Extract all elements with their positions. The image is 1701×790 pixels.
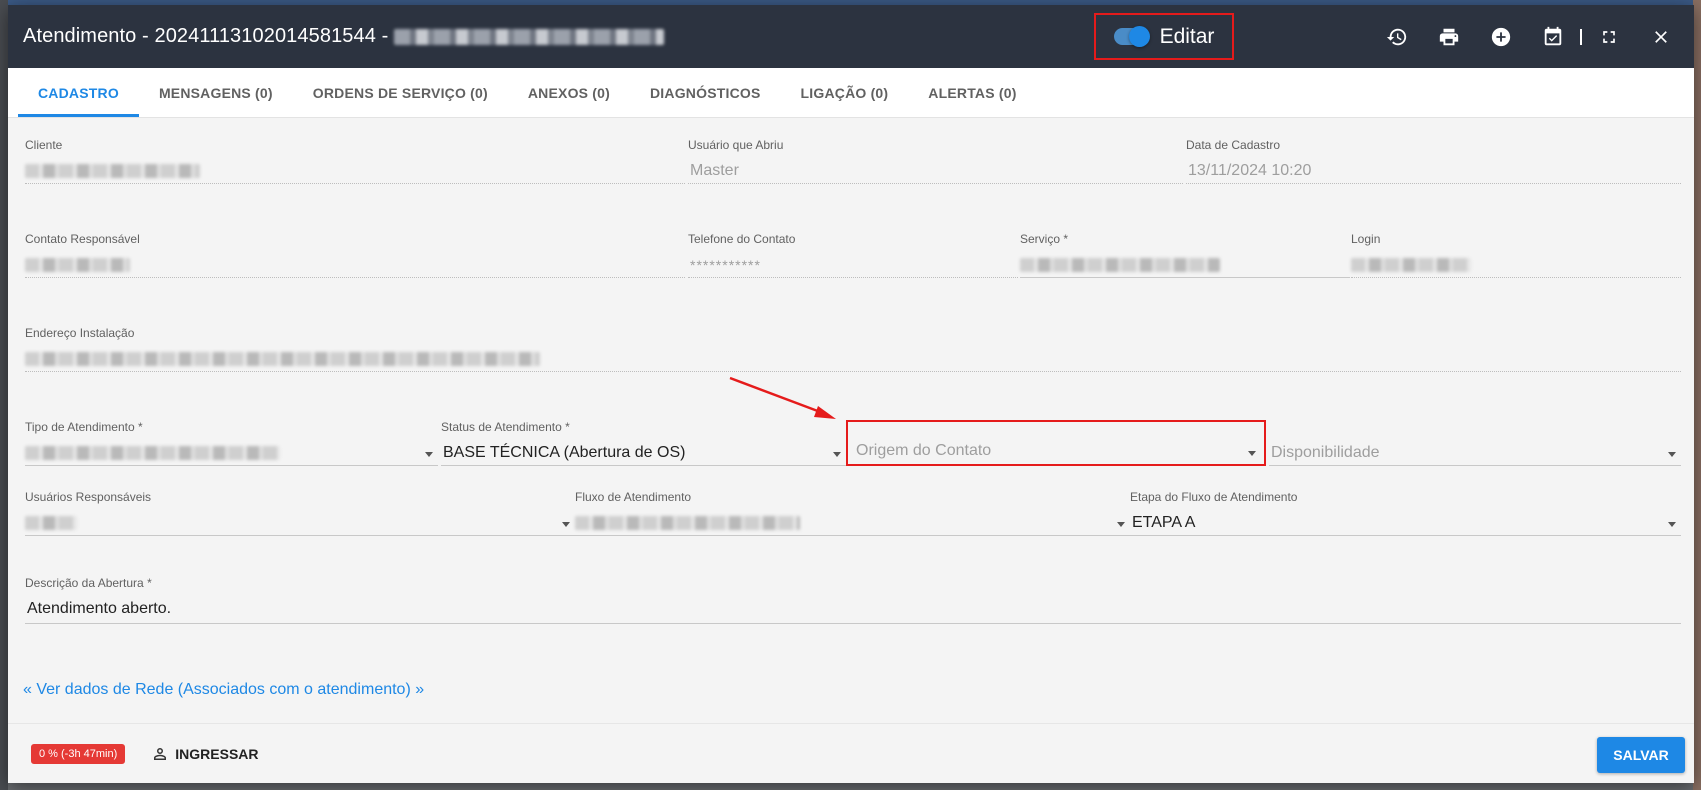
login-field[interactable]: Login bbox=[1351, 232, 1681, 278]
tipo-atendimento-label: Tipo de Atendimento * bbox=[25, 420, 143, 434]
chevron-down-icon bbox=[562, 522, 570, 527]
history-icon[interactable] bbox=[1384, 24, 1410, 50]
etapa-fluxo-label: Etapa do Fluxo de Atendimento bbox=[1130, 490, 1298, 504]
login-label: Login bbox=[1351, 232, 1381, 246]
tab-anexos[interactable]: ANEXOS (0) bbox=[508, 68, 630, 117]
ver-dados-rede-link[interactable]: « Ver dados de Rede (Associados com o at… bbox=[23, 681, 424, 699]
cliente-label: Cliente bbox=[25, 138, 63, 152]
tab-mensagens[interactable]: MENSAGENS (0) bbox=[139, 68, 293, 117]
usuario-abriu-field: Usuário que Abriu Master bbox=[688, 138, 1183, 184]
tab-alertas[interactable]: ALERTAS (0) bbox=[908, 68, 1036, 117]
tab-cadastro[interactable]: CADASTRO bbox=[18, 68, 139, 117]
toolbar-separator bbox=[1580, 28, 1582, 45]
status-atendimento-value: BASE TÉCNICA (Abertura de OS) bbox=[443, 444, 686, 461]
servico-label: Serviço * bbox=[1020, 232, 1069, 246]
ingressar-label: INGRESSAR bbox=[175, 745, 259, 762]
edit-mode-toggle[interactable] bbox=[1113, 26, 1150, 47]
dialog-tabs: CADASTRO MENSAGENS (0) ORDENS DE SERVIÇO… bbox=[8, 68, 1694, 118]
etapa-fluxo-select[interactable]: Etapa do Fluxo de Atendimento ETAPA A bbox=[1130, 490, 1681, 536]
usuarios-responsaveis-label: Usuários Responsáveis bbox=[25, 490, 152, 504]
cliente-field[interactable]: Cliente bbox=[25, 138, 685, 184]
redacted-fluxo bbox=[575, 516, 800, 530]
disponibilidade-select[interactable]: . Disponibilidade bbox=[1269, 420, 1681, 466]
status-atendimento-select[interactable]: Status de Atendimento * BASE TÉCNICA (Ab… bbox=[441, 420, 846, 466]
redacted-servico bbox=[1020, 258, 1220, 272]
tab-ligacao[interactable]: LIGAÇÃO (0) bbox=[781, 68, 909, 117]
tipo-atendimento-select[interactable]: Tipo de Atendimento * bbox=[25, 420, 438, 466]
servico-field[interactable]: Serviço * bbox=[1020, 232, 1350, 278]
usuario-abriu-label: Usuário que Abriu bbox=[688, 138, 784, 152]
background-app-edge bbox=[1693, 0, 1701, 790]
origem-contato-highlight bbox=[846, 420, 1266, 466]
salvar-button[interactable]: SALVAR bbox=[1597, 737, 1685, 773]
title-actions bbox=[1384, 5, 1674, 68]
usuario-abriu-value: Master bbox=[690, 162, 739, 179]
fullscreen-icon[interactable] bbox=[1596, 24, 1622, 50]
redacted-login bbox=[1351, 258, 1471, 272]
toggle-knob bbox=[1128, 26, 1150, 47]
person-outline-icon bbox=[154, 747, 167, 760]
atendimento-dialog: Atendimento - 20241113102014581544 - Edi… bbox=[8, 5, 1694, 783]
dialog-footer: 0 % (-3h 47min) INGRESSAR SALVAR bbox=[8, 723, 1694, 783]
chevron-down-icon bbox=[833, 452, 841, 457]
chevron-down-icon bbox=[1668, 452, 1676, 457]
chevron-down-icon bbox=[1117, 522, 1125, 527]
sla-badge: 0 % (-3h 47min) bbox=[31, 743, 126, 764]
dialog-title: Atendimento - 20241113102014581544 - bbox=[23, 25, 389, 47]
cadastro-form: Cliente Usuário que Abriu Master Data de… bbox=[8, 118, 1694, 723]
ingressar-button[interactable]: INGRESSAR bbox=[151, 745, 259, 763]
fluxo-atendimento-label: Fluxo de Atendimento bbox=[575, 490, 692, 504]
etapa-fluxo-value: ETAPA A bbox=[1132, 514, 1196, 531]
tab-diagnosticos[interactable]: DIAGNÓSTICOS bbox=[630, 68, 781, 117]
data-cadastro-label: Data de Cadastro bbox=[1186, 138, 1281, 152]
redacted-usuarios bbox=[25, 516, 77, 530]
status-atendimento-label: Status de Atendimento * bbox=[441, 420, 570, 434]
dialog-title-bar: Atendimento - 20241113102014581544 - Edi… bbox=[8, 5, 1694, 68]
telefone-contato-value: *********** bbox=[690, 257, 761, 273]
calendar-check-icon[interactable] bbox=[1540, 24, 1566, 50]
edit-mode-label: Editar bbox=[1159, 24, 1215, 48]
close-icon[interactable] bbox=[1648, 24, 1674, 50]
redacted-cliente bbox=[25, 164, 200, 178]
background-app-sidebar bbox=[0, 0, 8, 790]
contato-responsavel-label: Contato Responsável bbox=[25, 232, 140, 246]
annotation-arrow bbox=[729, 376, 836, 419]
usuarios-responsaveis-select[interactable]: Usuários Responsáveis bbox=[25, 490, 575, 536]
redacted-endereco bbox=[25, 352, 540, 366]
tab-ordens-de-servico[interactable]: ORDENS DE SERVIÇO (0) bbox=[293, 68, 508, 117]
endereco-instalacao-field[interactable]: Endereço Instalação bbox=[25, 326, 1681, 372]
data-cadastro-field: Data de Cadastro 13/11/2024 10:20 bbox=[1186, 138, 1681, 184]
endereco-instalacao-label: Endereço Instalação bbox=[25, 326, 135, 340]
telefone-contato-field[interactable]: Telefone do Contato *********** bbox=[688, 232, 1018, 278]
descricao-abertura-label: Descrição da Abertura * bbox=[25, 576, 152, 590]
chevron-down-icon bbox=[425, 452, 433, 457]
edit-mode-highlight: Editar bbox=[1094, 13, 1234, 60]
chevron-down-icon bbox=[1668, 522, 1676, 527]
descricao-abertura-value: Atendimento aberto. bbox=[27, 600, 172, 617]
contato-responsavel-field[interactable]: Contato Responsável bbox=[25, 232, 685, 278]
redacted-client-name bbox=[394, 28, 665, 45]
fluxo-atendimento-select[interactable]: Fluxo de Atendimento bbox=[575, 490, 1130, 536]
print-icon[interactable] bbox=[1436, 24, 1462, 50]
disponibilidade-placeholder: Disponibilidade bbox=[1271, 444, 1380, 461]
add-circle-icon[interactable] bbox=[1488, 24, 1514, 50]
descricao-abertura-field[interactable]: Descrição da Abertura * Atendimento aber… bbox=[25, 576, 1681, 624]
telefone-contato-label: Telefone do Contato bbox=[688, 232, 796, 246]
redacted-tipo-atendimento bbox=[25, 446, 280, 460]
data-cadastro-value: 13/11/2024 10:20 bbox=[1188, 162, 1312, 179]
redacted-contato bbox=[25, 258, 130, 272]
